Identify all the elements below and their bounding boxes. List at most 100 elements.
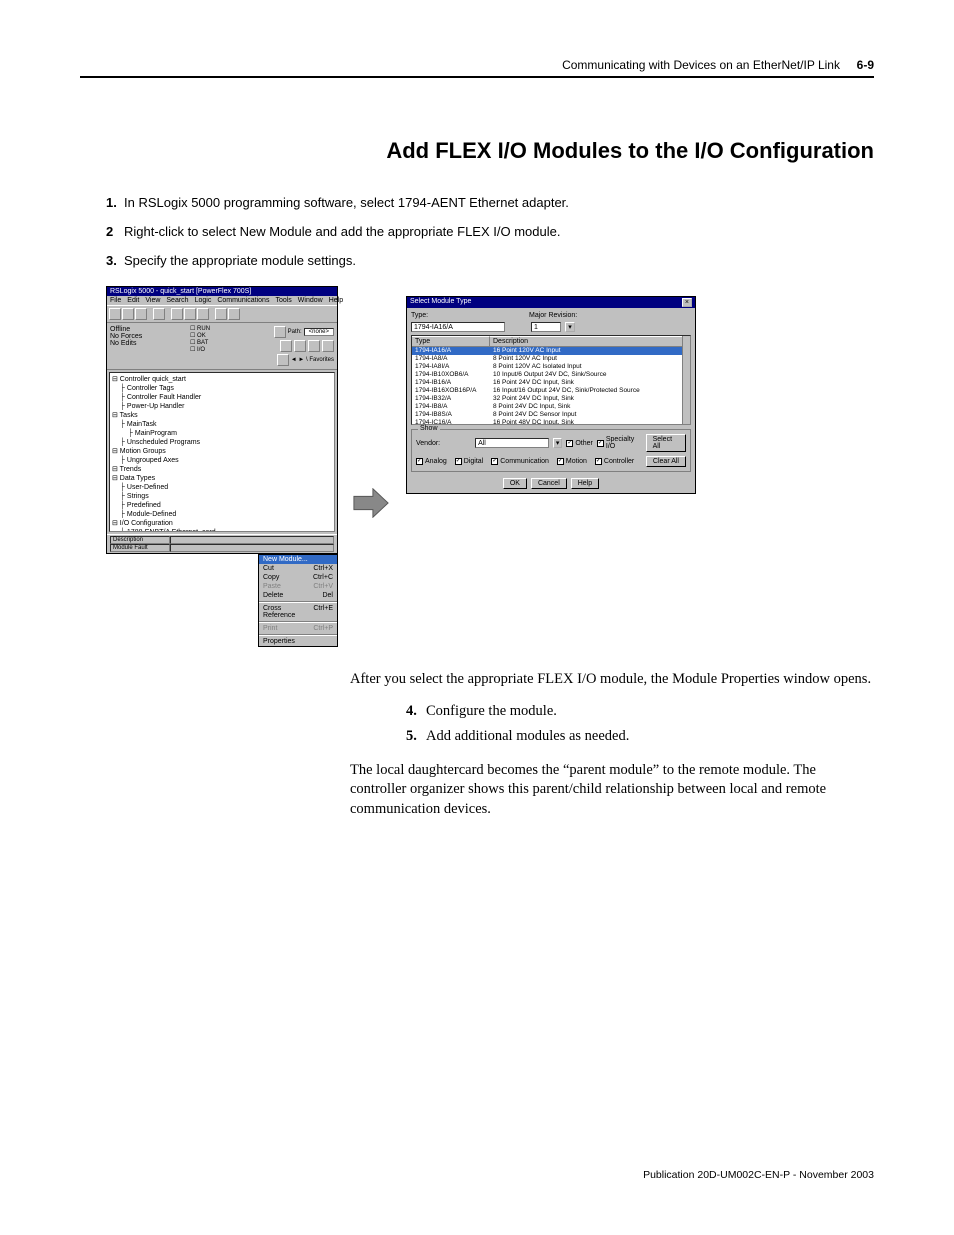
toolbar-button[interactable] (153, 308, 165, 320)
path-icon[interactable] (274, 326, 286, 338)
module-row[interactable]: 1794-IB16XOB16P/A16 Input/16 Output 24V … (412, 387, 690, 395)
tree-item[interactable]: ⊟ Tasks (112, 411, 332, 420)
menu-item[interactable]: Cross ReferenceCtrl+E (259, 604, 337, 620)
controller-tree[interactable]: ⊟ Controller quick_start├ Controller Tag… (109, 372, 335, 532)
rev-field[interactable]: 1 (531, 322, 561, 332)
tree-item[interactable]: ├ Ungrouped Axes (112, 456, 332, 465)
tree-item[interactable]: ├ Unscheduled Programs (112, 438, 332, 447)
nav-button[interactable] (277, 354, 289, 366)
paragraph-1: After you select the appropriate FLEX I/… (350, 670, 874, 690)
menu-item[interactable]: PrintCtrl+P (259, 624, 337, 633)
menu-help[interactable]: Help (329, 297, 343, 304)
toolbar (107, 305, 337, 323)
scrollbar[interactable] (682, 336, 690, 424)
show-label: Show (418, 425, 440, 432)
tree-item[interactable]: ├ MainTask (112, 420, 332, 429)
type-label: Type: (411, 312, 471, 319)
menu-file[interactable]: File (110, 297, 121, 304)
chk-analog[interactable]: ✓Analog (416, 458, 447, 465)
flag-ok: ☐ OK (190, 333, 226, 340)
menu-search[interactable]: Search (166, 297, 188, 304)
tree-item[interactable]: ├ Controller Fault Handler (112, 393, 332, 402)
menu-item[interactable]: DeleteDel (259, 591, 337, 600)
clear-all-button[interactable]: Clear All (646, 456, 686, 467)
toolbar-button[interactable] (171, 308, 183, 320)
nav-button[interactable] (294, 340, 306, 352)
nav-button[interactable] (308, 340, 320, 352)
module-row[interactable]: 1794-IB16/A16 Point 24V DC Input, Sink (412, 379, 690, 387)
page-number: 6-9 (857, 58, 874, 72)
path-value[interactable]: <none> (304, 328, 334, 336)
toolbar-button[interactable] (135, 308, 147, 320)
chk-specialty[interactable]: ✓Specialty I/O (597, 436, 642, 450)
help-button[interactable]: Help (571, 478, 599, 489)
tree-item[interactable]: ├ Controller Tags (112, 384, 332, 393)
module-row[interactable]: 1794-IB8S/A8 Point 24V DC Sensor Input (412, 411, 690, 419)
chk-motion[interactable]: ✓Motion (557, 458, 587, 465)
module-row[interactable]: 1794-IA16/A16 Point 120V AC Input (412, 347, 690, 355)
chk-digital[interactable]: ✓Digital (455, 458, 483, 465)
module-row[interactable]: 1794-IB32/A32 Point 24V DC Input, Sink (412, 395, 690, 403)
col-desc[interactable]: Description (490, 336, 690, 347)
menu-view[interactable]: View (145, 297, 160, 304)
menu-item[interactable]: CutCtrl+X (259, 564, 337, 573)
module-row[interactable]: 1794-IA8I/A8 Point 120V AC Isolated Inpu… (412, 363, 690, 371)
context-menu[interactable]: New Module...CutCtrl+XCopyCtrl+CPasteCtr… (258, 554, 338, 647)
module-row[interactable]: 1794-IB8/A8 Point 24V DC Input, Sink (412, 403, 690, 411)
select-all-button[interactable]: Select All (646, 434, 686, 452)
dropdown-icon[interactable]: ▾ (565, 322, 575, 332)
titlebar: RSLogix 5000 - quick_start [PowerFlex 70… (107, 287, 337, 296)
toolbar-button[interactable] (228, 308, 240, 320)
tree-item[interactable]: ├ Module-Defined (112, 510, 332, 519)
tree-item[interactable]: ├ 1788-ENBT/A Ethernet_card (112, 528, 332, 532)
toolbar-button[interactable] (215, 308, 227, 320)
menubar[interactable]: File Edit View Search Logic Communicatio… (107, 296, 337, 305)
arrow-icon (352, 488, 392, 523)
module-list[interactable]: Type Description 1794-IA16/A16 Point 120… (411, 335, 691, 425)
menu-edit[interactable]: Edit (127, 297, 139, 304)
status-offline: Offline (110, 326, 190, 333)
tree-item[interactable]: ├ Power-Up Handler (112, 402, 332, 411)
module-row[interactable]: 1794-IB10XOB6/A10 Input/6 Output 24V DC,… (412, 371, 690, 379)
tree-item[interactable]: ⊟ Controller quick_start (112, 375, 332, 384)
tree-item[interactable]: ⊟ I/O Configuration (112, 519, 332, 528)
step-1: 1.In RSLogix 5000 programming software, … (106, 195, 874, 210)
vendor-field[interactable]: All (475, 438, 549, 448)
flag-io: ☐ I/O (190, 347, 226, 354)
tree-item[interactable]: ⊟ Trends (112, 465, 332, 474)
tree-item[interactable]: ⊟ Motion Groups (112, 447, 332, 456)
tree-item[interactable]: ├ MainProgram (112, 429, 332, 438)
toolbar-button[interactable] (184, 308, 196, 320)
tree-item[interactable]: ├ Strings (112, 492, 332, 501)
menu-item[interactable]: PasteCtrl+V (259, 582, 337, 591)
nav-button[interactable] (322, 340, 334, 352)
chk-controller[interactable]: ✓Controller (595, 458, 634, 465)
menu-item[interactable]: Properties (259, 637, 337, 646)
tree-item[interactable]: ⊟ Data Types (112, 474, 332, 483)
chk-comm[interactable]: ✓Communication (491, 458, 549, 465)
ok-button[interactable]: OK (503, 478, 527, 489)
menu-window[interactable]: Window (298, 297, 323, 304)
menu-item[interactable]: CopyCtrl+C (259, 573, 337, 582)
menu-item[interactable]: New Module... (259, 555, 337, 564)
col-type[interactable]: Type (412, 336, 490, 347)
tree-item[interactable]: ├ Predefined (112, 501, 332, 510)
nav-button[interactable] (280, 340, 292, 352)
close-icon[interactable]: × (682, 298, 692, 307)
window-title: RSLogix 5000 - quick_start [PowerFlex 70… (110, 288, 251, 295)
page-header: Communicating with Devices on an EtherNe… (80, 58, 874, 78)
menu-comm[interactable]: Communications (217, 297, 269, 304)
path-label: Path: (288, 329, 302, 335)
module-row[interactable]: 1794-IC16/A16 Point 48V DC Input, Sink (412, 419, 690, 425)
chk-other[interactable]: ✓Other (566, 440, 593, 447)
menu-tools[interactable]: Tools (275, 297, 291, 304)
toolbar-button[interactable] (197, 308, 209, 320)
tree-item[interactable]: ├ User-Defined (112, 483, 332, 492)
type-field[interactable]: 1794-IA16/A (411, 322, 505, 332)
toolbar-button[interactable] (109, 308, 121, 320)
toolbar-button[interactable] (122, 308, 134, 320)
menu-logic[interactable]: Logic (195, 297, 212, 304)
dropdown-icon[interactable]: ▾ (553, 438, 562, 448)
cancel-button[interactable]: Cancel (531, 478, 567, 489)
module-row[interactable]: 1794-IA8/A8 Point 120V AC Input (412, 355, 690, 363)
